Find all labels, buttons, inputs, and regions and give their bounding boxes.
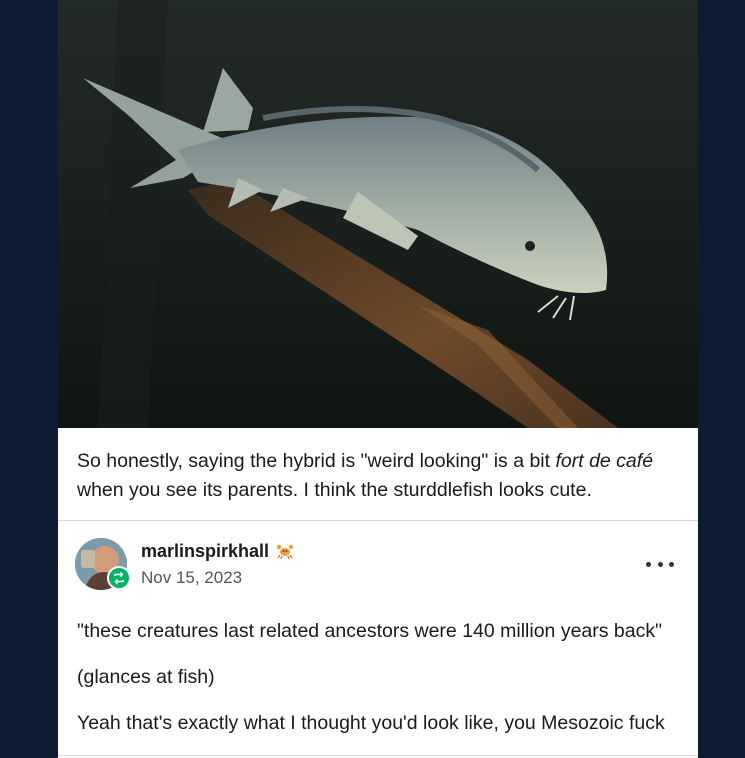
caption-text-before: So honestly, saying the hybrid is "weird… [77, 450, 556, 472]
dot [657, 561, 663, 567]
reblog-paragraph-3: Yeah that's exactly what I thought you'd… [77, 712, 665, 734]
post-date: Nov 15, 2023 [141, 568, 243, 587]
dot [669, 561, 674, 567]
post-card: So honestly, saying the hybrid is "weird… [58, 0, 698, 758]
reblog-paragraph-2: (glances at fish) [77, 666, 215, 688]
more-options-icon[interactable] [646, 552, 674, 576]
sturgeon-photo [58, 0, 698, 428]
reblog-paragraph-1: "these creatures last related ancestors … [77, 620, 663, 642]
reblog-icon [107, 566, 131, 590]
caption-text-after: when you see its parents. I think the st… [77, 479, 592, 501]
dot [646, 561, 651, 567]
post-caption: So honestly, saying the hybrid is "weird… [77, 447, 677, 505]
reblog-divider [58, 520, 698, 521]
username[interactable]: marlinspirkhall [141, 541, 269, 562]
caption-italic-phrase: fort de café [555, 450, 654, 472]
crab-badge-icon [276, 542, 294, 560]
sturgeon-illustration [58, 0, 698, 428]
bottom-divider [58, 755, 698, 756]
